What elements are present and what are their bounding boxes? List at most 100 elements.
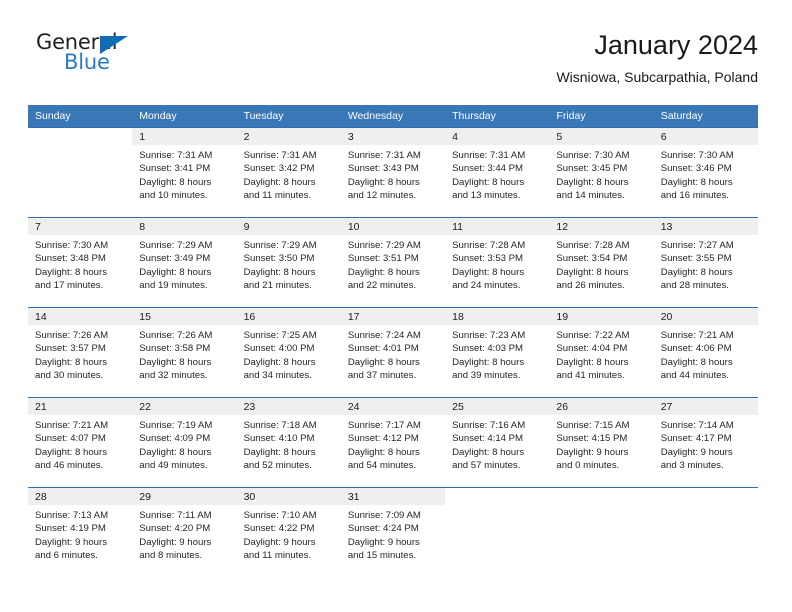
sunrise-text: Sunrise: 7:28 AM [452,240,526,251]
daylight-text-line1: Daylight: 8 hours [660,356,733,368]
day-number: 6 [653,128,758,145]
daylight-text-line2: and 16 minutes. [660,190,729,202]
sunrise-text: Sunrise: 7:31 AM [243,150,317,161]
day-info: Sunrise: 7:30 AM Sunset: 3:46 PM Daylight:… [654,145,758,203]
daylight-text-line2: and 22 minutes. [347,280,417,292]
day-number: 18 [445,308,550,325]
day-cell-content: 20 Sunrise: 7:21 AM Sunset: 4:06 PM Dayligh… [653,308,758,397]
calendar-day-cell[interactable]: 10 Sunrise: 7:29 AM Sunset: 3:51 PM Dayligh… [340,217,446,308]
daylight-text-line2: and 54 minutes. [347,460,417,472]
calendar-day-cell[interactable]: 22 Sunrise: 7:19 AM Sunset: 4:09 PM Dayligh… [132,397,237,488]
sunrise-text: Sunrise: 7:29 AM [347,240,421,251]
day-info: Sunrise: 7:27 AM Sunset: 3:55 PM Daylight:… [654,235,758,293]
day-info: Sunrise: 7:28 AM Sunset: 3:53 PM Daylight:… [445,235,549,293]
sunset-text: Sunset: 4:14 PM [452,433,524,445]
day-info: Sunrise: 7:25 AM Sunset: 4:00 PM Daylight:… [237,325,341,383]
sunset-text: Sunset: 4:07 PM [35,433,106,445]
day-cell-content: 3 Sunrise: 7:31 AM Sunset: 3:43 PM Daylight… [340,128,446,217]
sunrise-text: Sunrise: 7:19 AM [139,420,213,431]
calendar-week-row: 28 Sunrise: 7:13 AM Sunset: 4:19 PM Dayligh… [28,487,758,577]
daylight-text-line1: Daylight: 8 hours [35,446,107,458]
calendar-day-cell[interactable]: 6 Sunrise: 7:30 AM Sunset: 3:46 PM Daylight… [653,127,758,218]
calendar-day-cell[interactable]: 1 Sunrise: 7:31 AM Sunset: 3:41 PM Daylight… [132,127,237,218]
day-number: 20 [653,308,758,325]
sunset-text: Sunset: 3:54 PM [556,253,628,265]
calendar-day-cell[interactable]: 4 Sunrise: 7:31 AM Sunset: 3:44 PM Daylight… [445,127,550,218]
day-number: 7 [28,218,133,235]
day-cell-content: 19 Sunrise: 7:22 AM Sunset: 4:04 PM Dayligh… [549,308,654,397]
daylight-text-line2: and 15 minutes. [347,550,417,562]
day-number: 9 [236,218,341,235]
day-cell-content: 5 Sunrise: 7:30 AM Sunset: 3:45 PM Daylight… [549,128,654,217]
day-number: 16 [236,308,341,325]
calendar-day-cell[interactable]: 2 Sunrise: 7:31 AM Sunset: 3:42 PM Daylight… [236,127,341,218]
day-info: Sunrise: 7:26 AM Sunset: 3:58 PM Daylight:… [132,325,236,383]
day-number: 14 [28,308,133,325]
day-info: Sunrise: 7:13 AM Sunset: 4:19 PM Daylight:… [28,505,132,563]
calendar-day-cell[interactable]: 15 Sunrise: 7:26 AM Sunset: 3:58 PM Dayligh… [132,307,237,398]
daylight-text-line1: Daylight: 8 hours [139,446,212,458]
daylight-text-line2: and 3 minutes. [660,460,724,472]
calendar-day-cell[interactable]: 5 Sunrise: 7:30 AM Sunset: 3:45 PM Daylight… [549,127,654,218]
day-info: Sunrise: 7:21 AM Sunset: 4:06 PM Daylight:… [654,325,758,383]
calendar-day-cell [549,487,654,577]
sunrise-text: Sunrise: 7:11 AM [139,510,212,521]
calendar-day-cell[interactable]: 24 Sunrise: 7:17 AM Sunset: 4:12 PM Dayligh… [340,397,446,488]
calendar-day-cell[interactable]: 30 Sunrise: 7:10 AM Sunset: 4:22 PM Dayligh… [236,487,341,577]
day-cell-content: 10 Sunrise: 7:29 AM Sunset: 3:51 PM Dayligh… [340,218,446,307]
calendar-day-cell[interactable]: 26 Sunrise: 7:15 AM Sunset: 4:15 PM Dayligh… [549,397,654,488]
calendar-day-cell[interactable]: 14 Sunrise: 7:26 AM Sunset: 3:57 PM Dayligh… [28,307,133,398]
calendar-day-cell[interactable]: 31 Sunrise: 7:09 AM Sunset: 4:24 PM Dayligh… [340,487,446,577]
sunset-text: Sunset: 3:49 PM [139,253,211,265]
calendar-day-cell[interactable]: 29 Sunrise: 7:11 AM Sunset: 4:20 PM Dayligh… [132,487,237,577]
sunrise-text: Sunrise: 7:13 AM [35,510,109,521]
calendar-day-cell[interactable]: 27 Sunrise: 7:14 AM Sunset: 4:17 PM Dayligh… [653,397,758,488]
day-cell-content: 29 Sunrise: 7:11 AM Sunset: 4:20 PM Dayligh… [132,488,237,577]
calendar-day-cell[interactable]: 28 Sunrise: 7:13 AM Sunset: 4:19 PM Dayligh… [28,487,133,577]
sunset-text: Sunset: 3:48 PM [35,253,106,265]
calendar-day-cell[interactable]: 8 Sunrise: 7:29 AM Sunset: 3:49 PM Daylight… [132,217,237,308]
daylight-text-line1: Daylight: 8 hours [243,446,316,458]
day-number: 26 [549,398,654,415]
calendar-day-cell[interactable]: 17 Sunrise: 7:24 AM Sunset: 4:01 PM Dayligh… [340,307,446,398]
calendar-week-row: 14 Sunrise: 7:26 AM Sunset: 3:57 PM Dayligh… [28,307,758,398]
daylight-text-line2: and 11 minutes. [243,190,312,202]
sunset-text: Sunset: 4:10 PM [243,433,315,445]
calendar-day-cell[interactable]: 7 Sunrise: 7:30 AM Sunset: 3:48 PM Daylight… [28,217,133,308]
daylight-text-line1: Daylight: 8 hours [139,266,212,278]
sunrise-text: Sunrise: 7:18 AM [243,420,317,431]
day-cell-content: 2 Sunrise: 7:31 AM Sunset: 3:42 PM Daylight… [236,128,341,217]
day-cell-content: 27 Sunrise: 7:14 AM Sunset: 4:17 PM Dayligh… [653,398,758,487]
calendar-day-cell[interactable]: 16 Sunrise: 7:25 AM Sunset: 4:00 PM Dayligh… [236,307,341,398]
daylight-text-line1: Daylight: 8 hours [243,176,316,188]
day-info: Sunrise: 7:21 AM Sunset: 4:07 PM Daylight:… [28,415,132,473]
day-info: Sunrise: 7:22 AM Sunset: 4:04 PM Daylight:… [549,325,653,383]
brand-logo[interactable]: General Blue [28,28,228,90]
calendar-day-cell[interactable]: 11 Sunrise: 7:28 AM Sunset: 3:53 PM Dayligh… [445,217,550,308]
calendar-day-cell[interactable]: 18 Sunrise: 7:23 AM Sunset: 4:03 PM Dayligh… [445,307,550,398]
day-cell-content: 11 Sunrise: 7:28 AM Sunset: 3:53 PM Dayligh… [445,218,550,307]
calendar-day-cell[interactable]: 13 Sunrise: 7:27 AM Sunset: 3:55 PM Dayligh… [653,217,758,308]
day-cell-content: 9 Sunrise: 7:29 AM Sunset: 3:50 PM Daylight… [236,218,341,307]
calendar-day-cell[interactable]: 12 Sunrise: 7:28 AM Sunset: 3:54 PM Dayligh… [549,217,654,308]
calendar-day-cell[interactable]: 23 Sunrise: 7:18 AM Sunset: 4:10 PM Dayligh… [236,397,341,488]
calendar-day-cell[interactable]: 19 Sunrise: 7:22 AM Sunset: 4:04 PM Dayligh… [549,307,654,398]
calendar-grid: Sunday Monday Tuesday Wednesday Thursday… [28,105,758,577]
daylight-text-line1: Daylight: 8 hours [35,266,107,278]
weekday-header-tuesday: Tuesday [236,105,341,128]
calendar-day-cell[interactable]: 9 Sunrise: 7:29 AM Sunset: 3:50 PM Daylight… [236,217,341,308]
day-cell-content [549,488,653,577]
calendar-day-cell[interactable]: 21 Sunrise: 7:21 AM Sunset: 4:07 PM Dayligh… [28,397,133,488]
day-number: 24 [340,398,446,415]
daylight-text-line1: Daylight: 9 hours [660,446,733,458]
calendar-day-cell[interactable]: 25 Sunrise: 7:16 AM Sunset: 4:14 PM Dayligh… [445,397,550,488]
day-number: 10 [340,218,446,235]
daylight-text-line1: Daylight: 8 hours [139,176,212,188]
daylight-text-line2: and 12 minutes. [347,190,417,202]
day-info: Sunrise: 7:26 AM Sunset: 3:57 PM Daylight:… [28,325,132,383]
day-cell-content: 15 Sunrise: 7:26 AM Sunset: 3:58 PM Dayligh… [132,308,237,397]
calendar-day-cell[interactable]: 3 Sunrise: 7:31 AM Sunset: 3:43 PM Daylight… [340,127,446,218]
calendar-day-cell[interactable]: 20 Sunrise: 7:21 AM Sunset: 4:06 PM Dayligh… [653,307,758,398]
sunset-text: Sunset: 3:46 PM [660,163,732,175]
day-cell-content [445,488,549,577]
